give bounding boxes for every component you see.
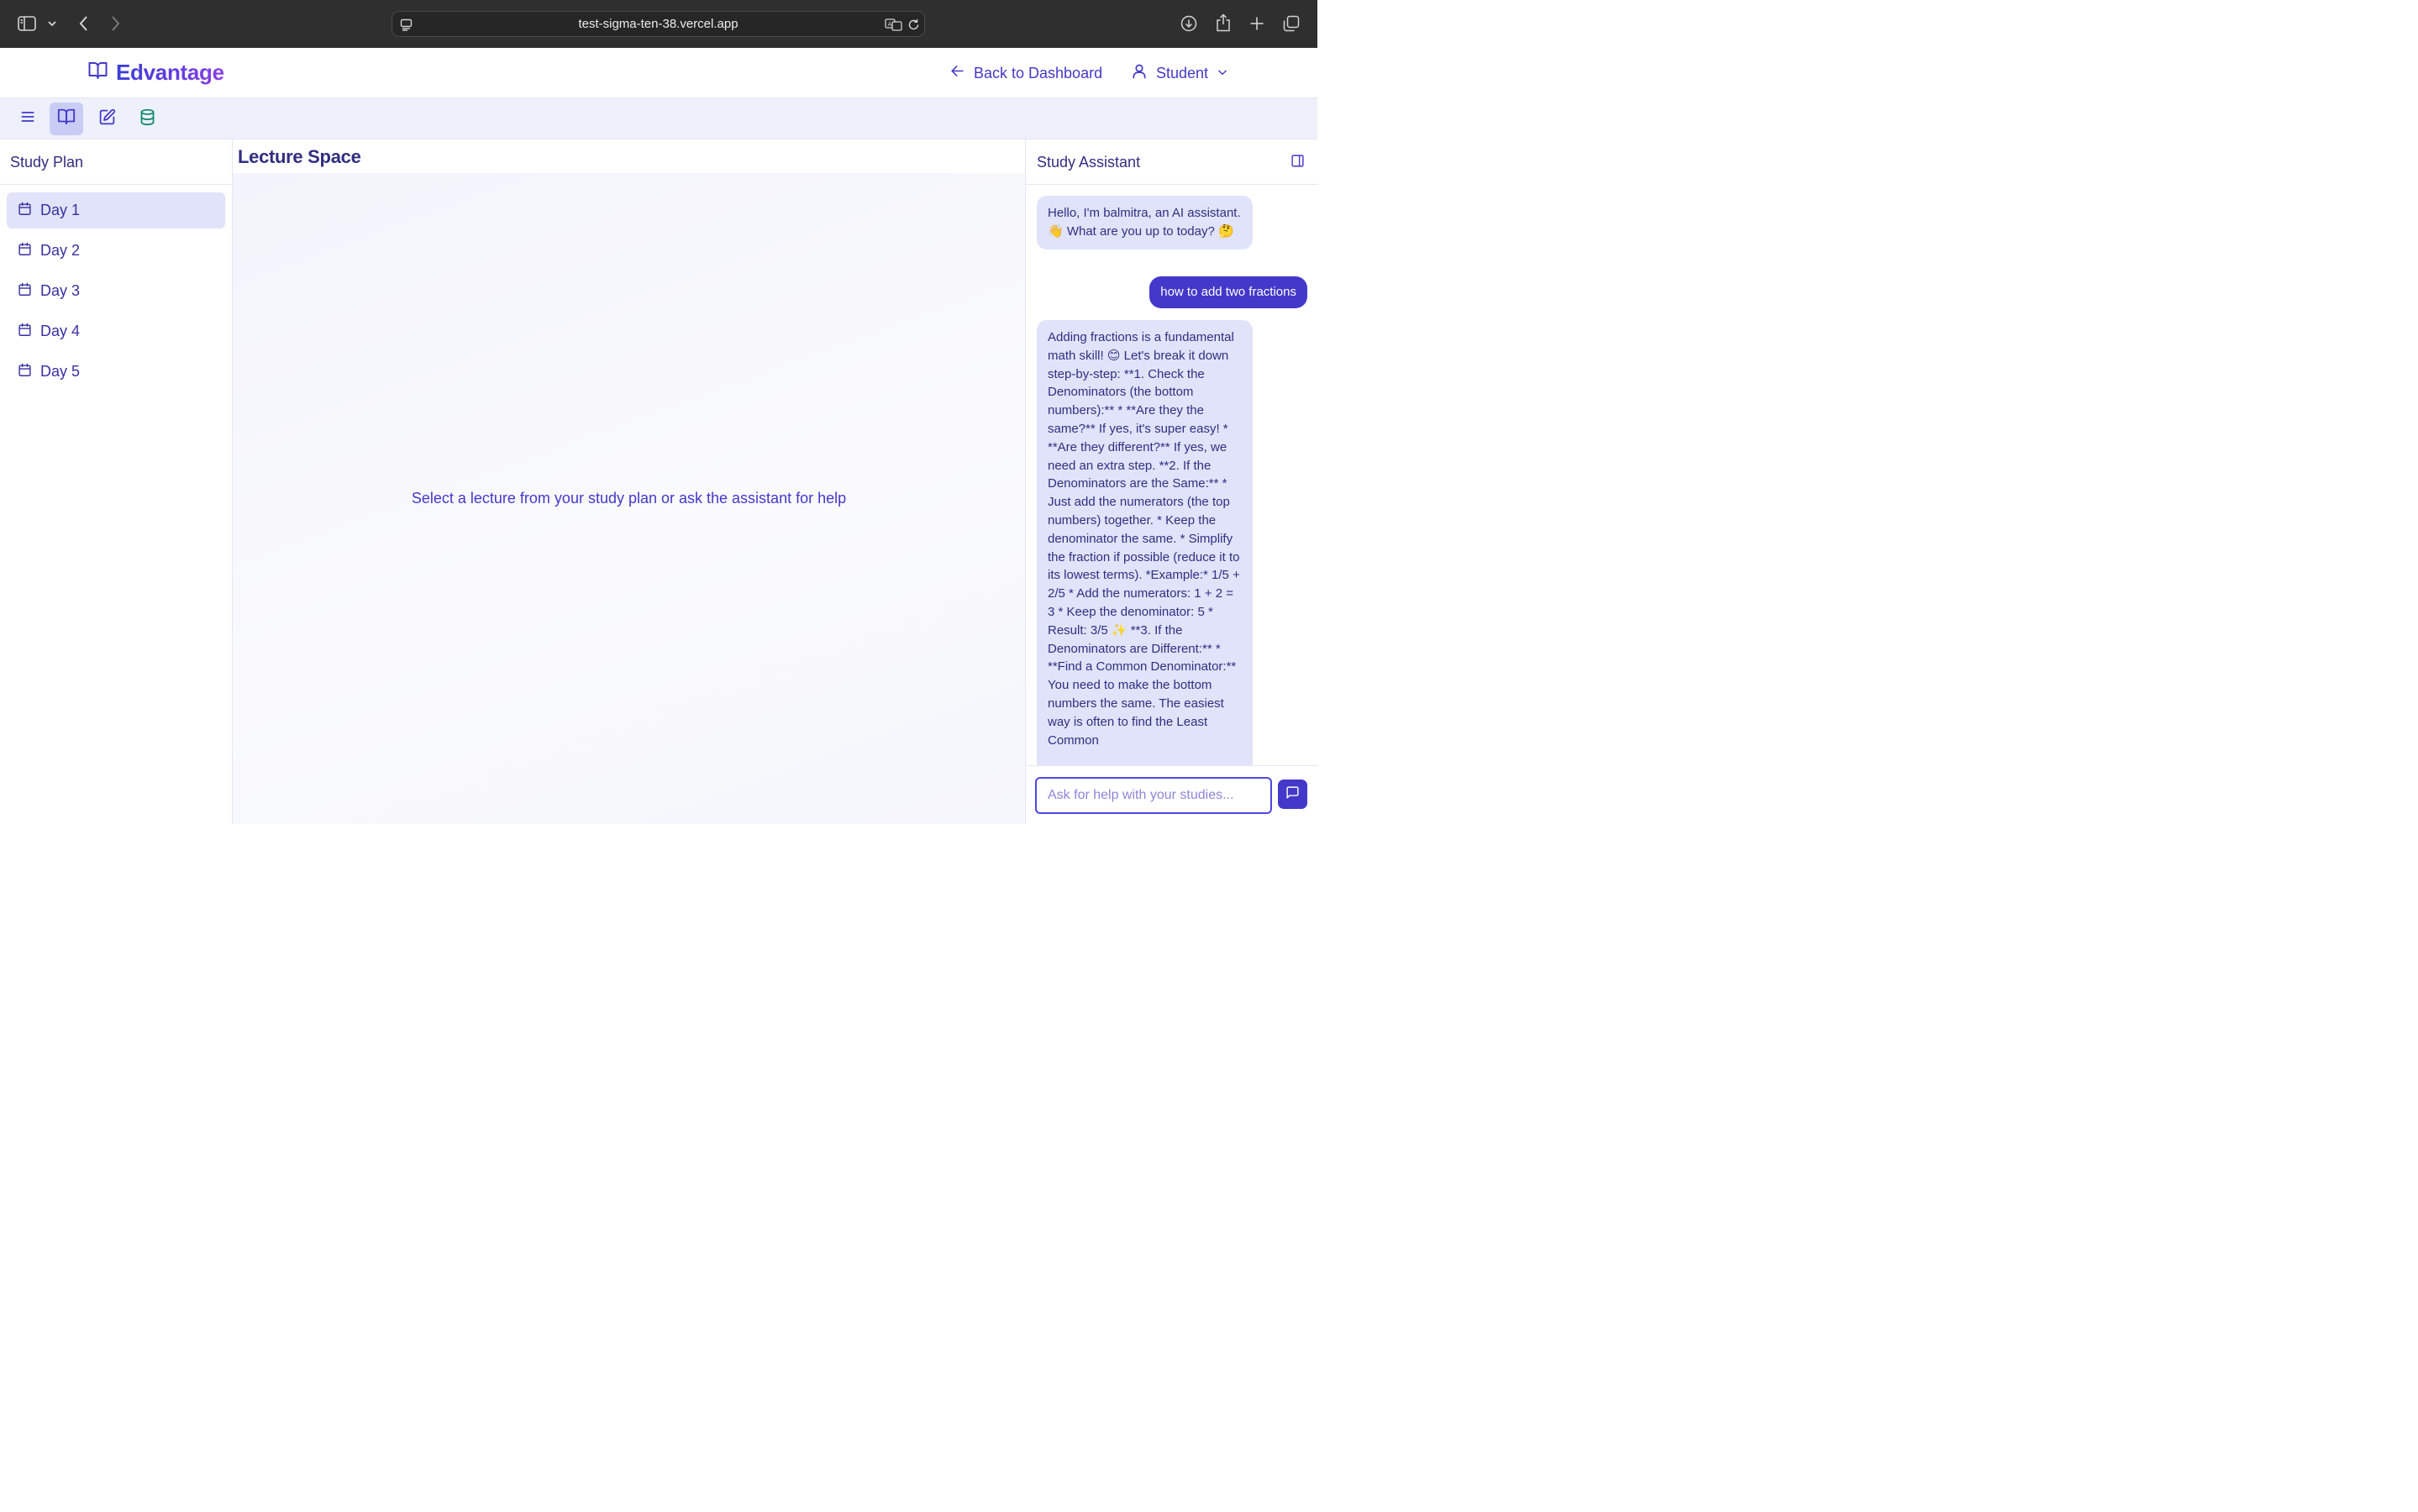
database-button[interactable] (130, 102, 164, 135)
sidebar-item-day-4[interactable]: Day 4 (7, 313, 225, 349)
brand-logo[interactable]: Edvantage (87, 60, 224, 86)
forward-arrow-icon[interactable] (108, 14, 123, 33)
assistant-title: Study Assistant (1037, 154, 1141, 171)
assistant-message: Adding fractions is a fundamental math s… (1037, 320, 1253, 765)
reload-icon[interactable] (906, 17, 921, 32)
sidebar-item-label: Day 5 (40, 363, 81, 380)
sidebar-item-day-1[interactable]: Day 1 (7, 192, 225, 228)
sidebar-item-day-2[interactable]: Day 2 (7, 233, 225, 269)
message-icon (1285, 785, 1300, 804)
panel-right-icon (1290, 154, 1305, 172)
chat-messages[interactable]: Hello, I'm balmitra, an AI assistant. 👋 … (1026, 185, 1318, 765)
view-toolbar (0, 98, 1317, 139)
back-to-dashboard-link[interactable]: Back to Dashboard (949, 63, 1102, 83)
sidebar-item-label: Day 2 (40, 242, 81, 259)
chevron-down-icon[interactable] (46, 17, 58, 30)
empty-state-hint: Select a lecture from your study plan or… (411, 490, 847, 507)
calendar-icon (18, 202, 32, 220)
user-role-label: Student (1156, 65, 1209, 81)
menu-button[interactable] (11, 102, 45, 135)
edit-icon (98, 108, 116, 130)
study-assistant-panel: Study Assistant Hello, I'm balmitra, an … (1025, 139, 1318, 824)
lecture-canvas: Select a lecture from your study plan or… (233, 173, 1025, 824)
address-bar[interactable]: test-sigma-ten-38.vercel.app A (392, 11, 925, 37)
sidebar-item-day-3[interactable]: Day 3 (7, 273, 225, 309)
tab-overview-icon[interactable] (1281, 13, 1301, 34)
chat-input[interactable] (1035, 777, 1272, 814)
new-tab-icon[interactable] (1247, 13, 1267, 34)
notes-button[interactable] (90, 102, 124, 135)
brand-name: Edvantage (116, 60, 224, 85)
app-header: Edvantage Back to Dashboard Student (0, 48, 1317, 98)
menu-icon (19, 108, 36, 129)
arrow-left-icon (949, 63, 965, 83)
chevron-down-icon (1217, 65, 1228, 82)
lecture-view-button[interactable] (50, 102, 83, 135)
back-arrow-icon[interactable] (76, 14, 91, 33)
url-text: test-sigma-ten-38.vercel.app (578, 17, 739, 31)
sidebar-item-label: Day 1 (40, 202, 81, 218)
translate-icon[interactable]: A (884, 17, 902, 32)
lecture-space: Lecture Space Select a lecture from your… (233, 139, 1025, 824)
study-plan-sidebar: Study Plan Day 1 Day 2 Day 3 Day 4 Day 5 (0, 139, 233, 824)
user-icon (1131, 63, 1148, 84)
divider (0, 184, 233, 185)
study-plan-title: Study Plan (10, 154, 84, 171)
share-icon[interactable] (1213, 12, 1233, 34)
download-icon[interactable] (1179, 13, 1199, 34)
sidebar-item-label: Day 3 (40, 282, 81, 299)
sidebar-item-label: Day 4 (40, 323, 81, 339)
browser-chrome: test-sigma-ten-38.vercel.app A (0, 0, 1317, 48)
user-menu[interactable]: Student (1131, 63, 1228, 84)
panel-toggle-button[interactable] (1288, 154, 1306, 172)
chat-input-bar (1026, 765, 1318, 824)
calendar-icon (18, 323, 32, 341)
calendar-icon (18, 363, 32, 381)
svg-text:A: A (887, 21, 891, 28)
calendar-icon (18, 282, 32, 301)
sidebar-item-day-5[interactable]: Day 5 (7, 354, 225, 390)
sidebar-toggle-icon[interactable] (17, 14, 37, 33)
book-open-icon (57, 108, 76, 130)
page-title: Lecture Space (238, 146, 361, 167)
calendar-icon (18, 242, 32, 260)
back-to-dashboard-label: Back to Dashboard (974, 64, 1103, 81)
send-button[interactable] (1278, 780, 1307, 809)
user-message: how to add two fractions (1149, 276, 1307, 308)
book-open-icon (87, 60, 109, 85)
assistant-message: Hello, I'm balmitra, an AI assistant. 👋 … (1037, 196, 1253, 249)
database-icon (139, 108, 156, 130)
